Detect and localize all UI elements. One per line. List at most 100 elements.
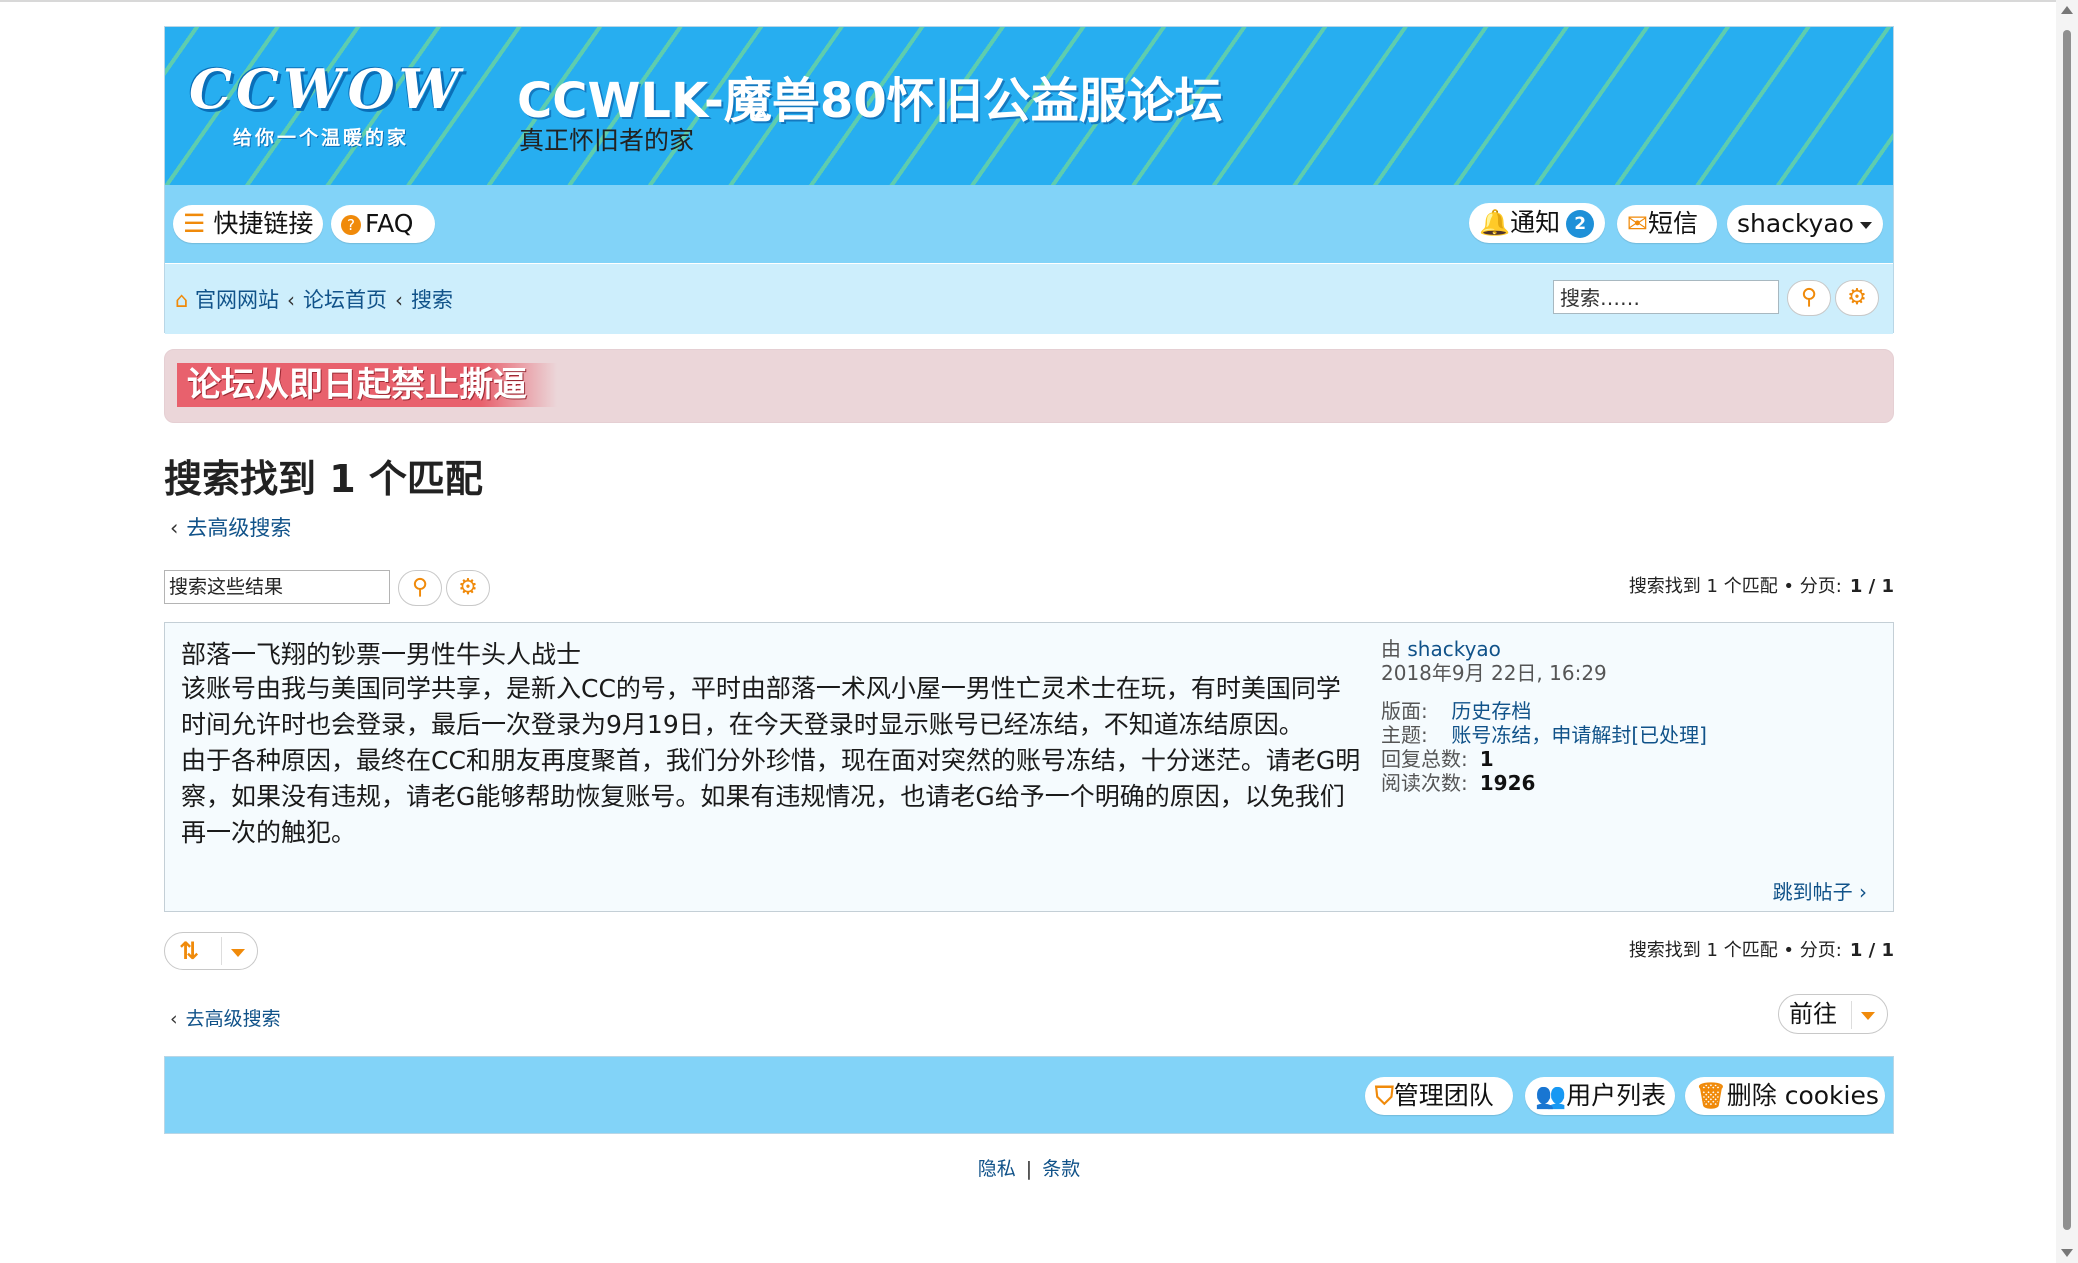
result-topic-row: 主题: 账号冻结，申请解封[已处理] — [1381, 723, 1707, 747]
site-logo[interactable]: CCWOW 给你一个温暖的家 — [189, 57, 459, 167]
trash-icon: 🗑 — [1695, 1081, 1727, 1110]
browser-top-border — [0, 0, 2078, 2]
username-label: shackyao — [1737, 209, 1854, 238]
chevron-left-icon: ‹ — [170, 516, 179, 540]
header-search-input[interactable]: 搜索…… — [1553, 280, 1779, 314]
breadcrumb: ⌂ 官网网站 ‹ 论坛首页 ‹ 搜索 — [175, 284, 453, 314]
page-wrapper: CCWOW 给你一个温暖的家 CCWLK-魔兽80怀旧公益服论坛 真正怀旧者的家… — [164, 26, 1894, 1180]
privacy-link[interactable]: 隐私 — [978, 1158, 1016, 1180]
search-result: 部落一飞翔的钞票一男性牛头人战士 该账号由我与美国同学共享，是新入CC的号，平时… — [164, 622, 1894, 912]
breadcrumb-separator-icon: ‹ — [287, 288, 296, 312]
quick-links-button[interactable]: ☰ 快捷链接 — [173, 205, 323, 243]
scrollbar-thumb[interactable] — [2063, 30, 2071, 1230]
pagination-top: 搜索找到 1 个匹配 • 分页: 1 / 1 — [1629, 572, 1894, 598]
navbar-top-row: ☰ 快捷链接 ? FAQ 🔔通知 2 ✉短信 shackyao — [165, 185, 1893, 263]
result-author-link[interactable]: shackyao — [1407, 637, 1501, 661]
site-header: CCWOW 给你一个温暖的家 CCWLK-魔兽80怀旧公益服论坛 真正怀旧者的家 — [164, 26, 1894, 185]
sort-options-button[interactable]: ⇅ — [164, 932, 258, 970]
filter-settings-button[interactable]: ⚙ — [446, 570, 490, 606]
pagination-pages: 1 / 1 — [1849, 940, 1894, 961]
advanced-search-link-top[interactable]: ‹ 去高级搜索 — [170, 512, 291, 542]
chevron-right-icon: › — [1859, 880, 1867, 904]
page-scrollbar[interactable] — [2056, 0, 2078, 1263]
views-count: 1926 — [1479, 771, 1536, 795]
faq-button[interactable]: ? FAQ — [331, 205, 435, 243]
pagination-summary: 搜索找到 1 个匹配 • 分页: — [1628, 576, 1842, 597]
chevron-down-icon — [231, 949, 245, 957]
footer-links: 隐私 | 条款 — [164, 1154, 1894, 1181]
notification-count-badge: 2 — [1566, 210, 1595, 238]
faq-label: FAQ — [365, 209, 414, 238]
result-meta: 由 shackyao 2018年9月 22日, 16:29 版面: 历史存档 主… — [1381, 637, 1707, 795]
separator: | — [1025, 1158, 1033, 1180]
result-author-row: 由 shackyao — [1381, 637, 1707, 661]
pagination-bottom: 搜索找到 1 个匹配 • 分页: 1 / 1 — [1629, 936, 1894, 962]
members-button[interactable]: 👥用户列表 — [1525, 1077, 1675, 1115]
notifications-button[interactable]: 🔔通知 2 — [1469, 203, 1605, 243]
search-icon: ⚲ — [411, 575, 429, 600]
chevron-down-icon — [1859, 221, 1872, 229]
members-label: 用户列表 — [1566, 1081, 1667, 1110]
search-results-filter-input[interactable]: 搜索这些结果 — [164, 570, 390, 604]
divider — [1851, 1001, 1852, 1029]
scroll-down-icon[interactable] — [2061, 1249, 2073, 1257]
logo-subtitle: 给你一个温暖的家 — [233, 127, 410, 149]
user-menu-button[interactable]: shackyao — [1727, 205, 1883, 243]
gear-icon: ⚙ — [458, 575, 478, 600]
footer-navbar: ⛉管理团队 👥用户列表 🗑删除 cookies — [164, 1056, 1894, 1134]
delete-cookies-label: 删除 cookies — [1726, 1081, 1879, 1110]
pagination-summary: 搜索找到 1 个匹配 • 分页: — [1628, 940, 1842, 961]
forum-label: 版面: — [1381, 699, 1428, 723]
by-label: 由 — [1381, 637, 1401, 661]
result-views-row: 阅读次数: 1926 — [1381, 771, 1707, 795]
breadcrumb-separator-icon: ‹ — [395, 288, 404, 312]
page-title: 搜索找到 1 个匹配 — [164, 457, 483, 501]
advanced-search-label: 去高级搜索 — [185, 1008, 281, 1030]
result-content: 该账号由我与美国同学共享，是新入CC的号，平时由部落一术风小屋一男性亡灵术士在玩… — [181, 671, 1361, 851]
delete-cookies-button[interactable]: 🗑删除 cookies — [1685, 1077, 1885, 1115]
views-label: 阅读次数: — [1381, 771, 1468, 795]
question-icon: ? — [341, 215, 361, 235]
advanced-search-link-bottom[interactable]: ‹ 去高级搜索 — [170, 1004, 281, 1031]
announcement-text: 论坛从即日起禁止撕逼 — [177, 363, 557, 407]
messages-button[interactable]: ✉短信 — [1617, 205, 1717, 243]
header-search-button[interactable]: ⚲ — [1787, 280, 1831, 316]
breadcrumb-forum-index[interactable]: 论坛首页 — [303, 288, 387, 312]
jump-label: 跳到帖子 — [1772, 880, 1853, 904]
goto-label: 前往 — [1789, 1000, 1837, 1028]
goto-button[interactable]: 前往 — [1778, 994, 1888, 1034]
divider — [221, 937, 222, 965]
site-description: 真正怀旧者的家 — [519, 126, 695, 155]
result-paragraph: 该账号由我与美国同学共享，是新入CC的号，平时由部落一术风小屋一男性亡灵术士在玩… — [181, 674, 1341, 739]
shield-icon: ⛉ — [1375, 1081, 1394, 1110]
result-forum-row: 版面: 历史存档 — [1381, 699, 1707, 723]
filter-search-button[interactable]: ⚲ — [398, 570, 442, 606]
team-button[interactable]: ⛉管理团队 — [1365, 1077, 1513, 1115]
bell-icon: 🔔 — [1479, 208, 1511, 237]
jump-to-post-link[interactable]: 跳到帖子 › — [1773, 876, 1867, 905]
inbox-icon: ✉ — [1627, 209, 1648, 238]
menu-icon: ☰ — [183, 209, 206, 238]
replies-label: 回复总数: — [1381, 747, 1468, 771]
result-datetime: 2018年9月 22日, 16:29 — [1381, 661, 1607, 685]
chevron-left-icon: ‹ — [170, 1008, 178, 1030]
terms-link[interactable]: 条款 — [1042, 1158, 1080, 1180]
users-icon: 👥 — [1535, 1081, 1567, 1110]
topic-label: 主题: — [1381, 723, 1428, 747]
result-topic-link[interactable]: 账号冻结，申请解封[已处理] — [1451, 723, 1707, 747]
result-replies-row: 回复总数: 1 — [1381, 747, 1707, 771]
breadcrumb-home[interactable]: 官网网站 — [195, 288, 279, 312]
result-forum-link[interactable]: 历史存档 — [1451, 699, 1531, 723]
advanced-search-label: 去高级搜索 — [186, 516, 292, 540]
gear-icon: ⚙ — [1847, 285, 1867, 310]
quick-links-label: 快捷链接 — [213, 209, 314, 238]
announcement-banner: 论坛从即日起禁止撕逼 — [164, 349, 1894, 423]
sort-icon: ⇅ — [179, 937, 200, 965]
advanced-search-settings-button[interactable]: ⚙ — [1835, 280, 1879, 316]
team-label: 管理团队 — [1393, 1081, 1494, 1110]
logo-text: CCWOW — [189, 57, 464, 121]
result-title[interactable]: 部落一飞翔的钞票一男性牛头人战士 — [181, 635, 581, 671]
messages-label: 短信 — [1647, 209, 1698, 238]
breadcrumb-search[interactable]: 搜索 — [411, 288, 453, 312]
scroll-up-icon[interactable] — [2061, 6, 2073, 14]
